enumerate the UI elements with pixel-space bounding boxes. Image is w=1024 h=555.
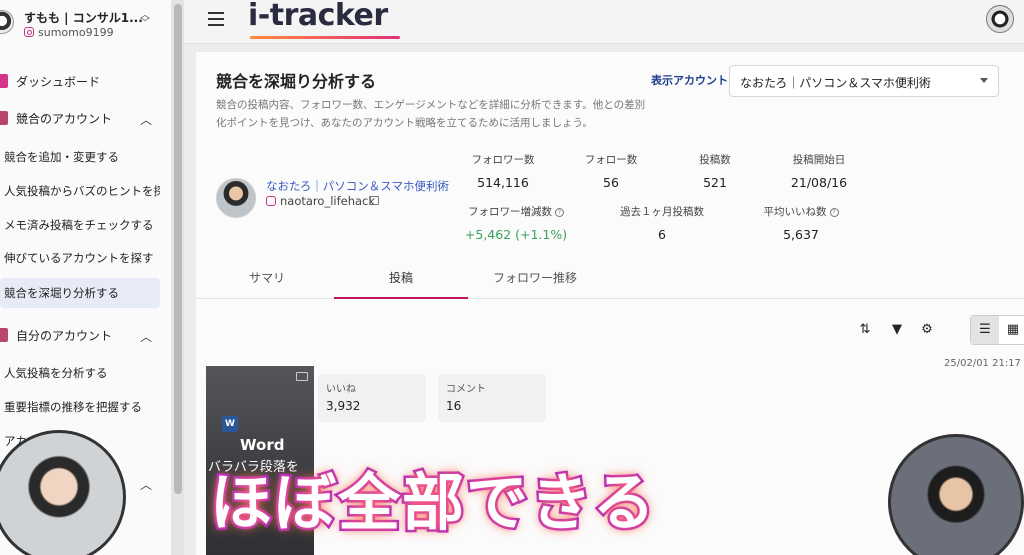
competitor-icon: [0, 111, 8, 125]
sidebar-item-viral-hints[interactable]: 人気投稿からバズのヒントを探す: [0, 176, 160, 206]
page-description: 競合の投稿内容、フォロワー数、エンゲージメントなどを詳細に分析できます。他との差…: [216, 99, 646, 129]
user-avatar[interactable]: [986, 5, 1014, 33]
comments-box: コメント 16: [438, 374, 546, 422]
sidebar-item-dashboard[interactable]: ダッシュボード: [0, 66, 160, 96]
word-icon: W: [222, 416, 238, 432]
stat-follower-growth: フォロワー増減数? +5,462 (+1.1%): [464, 204, 568, 242]
account-switcher[interactable]: すもも | コンサル1... sumomo9199 ︿ ﹀: [0, 4, 172, 44]
post-date: 25/02/01 21:17: [944, 358, 1021, 369]
sidebar-scrollbar[interactable]: [172, 0, 184, 555]
sidebar-group-own[interactable]: 自分のアカウント ︿: [0, 320, 160, 350]
sort-icon[interactable]: ⇅: [854, 322, 876, 342]
stat-label: 投稿数: [699, 154, 731, 166]
stat-label: 平均いいね数: [763, 206, 827, 218]
own-account-icon: [0, 328, 8, 342]
stat-value: +5,462 (+1.1%): [464, 227, 568, 242]
metric-value: 16: [446, 399, 462, 413]
sidebar-group-label: 競合のアカウント: [16, 111, 113, 126]
external-link-icon[interactable]: [370, 196, 379, 205]
menu-icon[interactable]: [208, 12, 224, 26]
account-name: すもも | コンサル1...: [24, 11, 143, 25]
stat-following: フォロー数 56: [576, 152, 646, 190]
stat-value: 521: [703, 175, 727, 190]
display-account-label: 表示アカウント: [651, 74, 728, 87]
sidebar-item-deep-dive[interactable]: 競合を深堀り分析する: [0, 278, 160, 308]
stat-value: 6: [658, 227, 666, 242]
tab-bar: サマリ 投稿 フォロワー推移: [196, 259, 1024, 299]
tab-follower-trend[interactable]: フォロワー推移: [468, 259, 602, 299]
tab-posts[interactable]: 投稿: [334, 259, 468, 299]
metric-label: いいね: [326, 384, 356, 395]
chevron-up-icon[interactable]: ︿: [140, 111, 152, 128]
stat-label: 過去１ヶ月投稿数: [620, 206, 704, 218]
chevron-updown-icon[interactable]: ︿ ﹀: [140, 11, 150, 29]
competitor-name[interactable]: なおたろ｜パソコン＆スマホ便利術: [266, 178, 449, 194]
logo-underline: [250, 36, 400, 39]
video-caption: ほぼ全部できる: [208, 464, 658, 542]
stat-value: 21/08/16: [790, 175, 848, 190]
sidebar-item-kpi-trend[interactable]: 重要指標の推移を把握する: [0, 392, 160, 422]
sidebar-item-analyze-popular[interactable]: 人気投稿を分析する: [0, 358, 160, 388]
page-title: 競合を深堀り分析する: [216, 72, 377, 91]
chevron-up-icon[interactable]: ︿: [140, 476, 152, 493]
stat-followers: フォロワー数 514,116: [468, 152, 538, 190]
stat-month-posts: 過去１ヶ月投稿数 6: [614, 204, 710, 242]
metric-label: コメント: [446, 384, 486, 395]
display-account-select[interactable]: なおたろ｜パソコン＆スマホ便利術: [729, 65, 999, 97]
sidebar-item-growing[interactable]: 伸びているアカウントを探す: [0, 243, 160, 273]
stat-label: 投稿開始日: [792, 154, 846, 166]
stat-label: フォロワー数: [471, 154, 535, 166]
video-icon: [296, 372, 308, 381]
sidebar-group-label: 自分のアカウント: [16, 328, 113, 343]
dropdown-arrow-icon: [980, 78, 988, 83]
stat-avg-likes: 平均いいね数? 5,637: [758, 204, 844, 242]
stat-posts: 投稿数 521: [680, 152, 750, 190]
info-icon[interactable]: ?: [829, 207, 839, 217]
stat-label: フォロワー増減数: [468, 206, 552, 218]
view-toggle: ☰ ▦: [970, 315, 1024, 345]
dashboard-icon: [0, 74, 8, 88]
metric-value: 3,932: [326, 399, 361, 413]
sidebar-item-label: ダッシュボード: [16, 74, 101, 89]
chevron-up-icon[interactable]: ︿: [140, 328, 152, 345]
stat-value: 56: [603, 175, 619, 190]
app-logo[interactable]: i-tracker: [248, 0, 388, 33]
competitor-avatar: [216, 178, 256, 218]
sidebar-item-add-change[interactable]: 競合を追加・変更する: [0, 142, 160, 172]
display-account-value: なおたろ｜パソコン＆スマホ便利術: [740, 76, 931, 90]
competitor-handle: naotaro_lifehack: [280, 194, 376, 208]
grid-view-icon[interactable]: ▦: [999, 316, 1024, 344]
stat-start-date: 投稿開始日 21/08/16: [782, 152, 856, 190]
account-handle: sumomo9199: [38, 26, 114, 39]
list-view-icon[interactable]: ☰: [971, 316, 999, 344]
instagram-icon: [24, 27, 34, 37]
sidebar-group-competitors[interactable]: 競合のアカウント ︿: [0, 103, 160, 133]
likes-box: いいね 3,932: [318, 374, 426, 422]
gear-icon[interactable]: ⚙: [916, 322, 938, 342]
sidebar-item-memo-check[interactable]: メモ済み投稿をチェックする: [0, 210, 160, 240]
account-avatar: [0, 10, 14, 34]
info-icon[interactable]: ?: [555, 207, 564, 217]
tab-summary[interactable]: サマリ: [200, 259, 334, 299]
filter-icon[interactable]: ▼: [886, 322, 908, 342]
stat-value: 5,637: [783, 227, 819, 242]
stat-label: フォロー数: [584, 154, 638, 166]
stat-value: 514,116: [477, 175, 529, 190]
scrollbar-thumb[interactable]: [174, 4, 182, 494]
instagram-icon: [266, 196, 276, 206]
top-bar: i-tracker: [184, 0, 1024, 44]
